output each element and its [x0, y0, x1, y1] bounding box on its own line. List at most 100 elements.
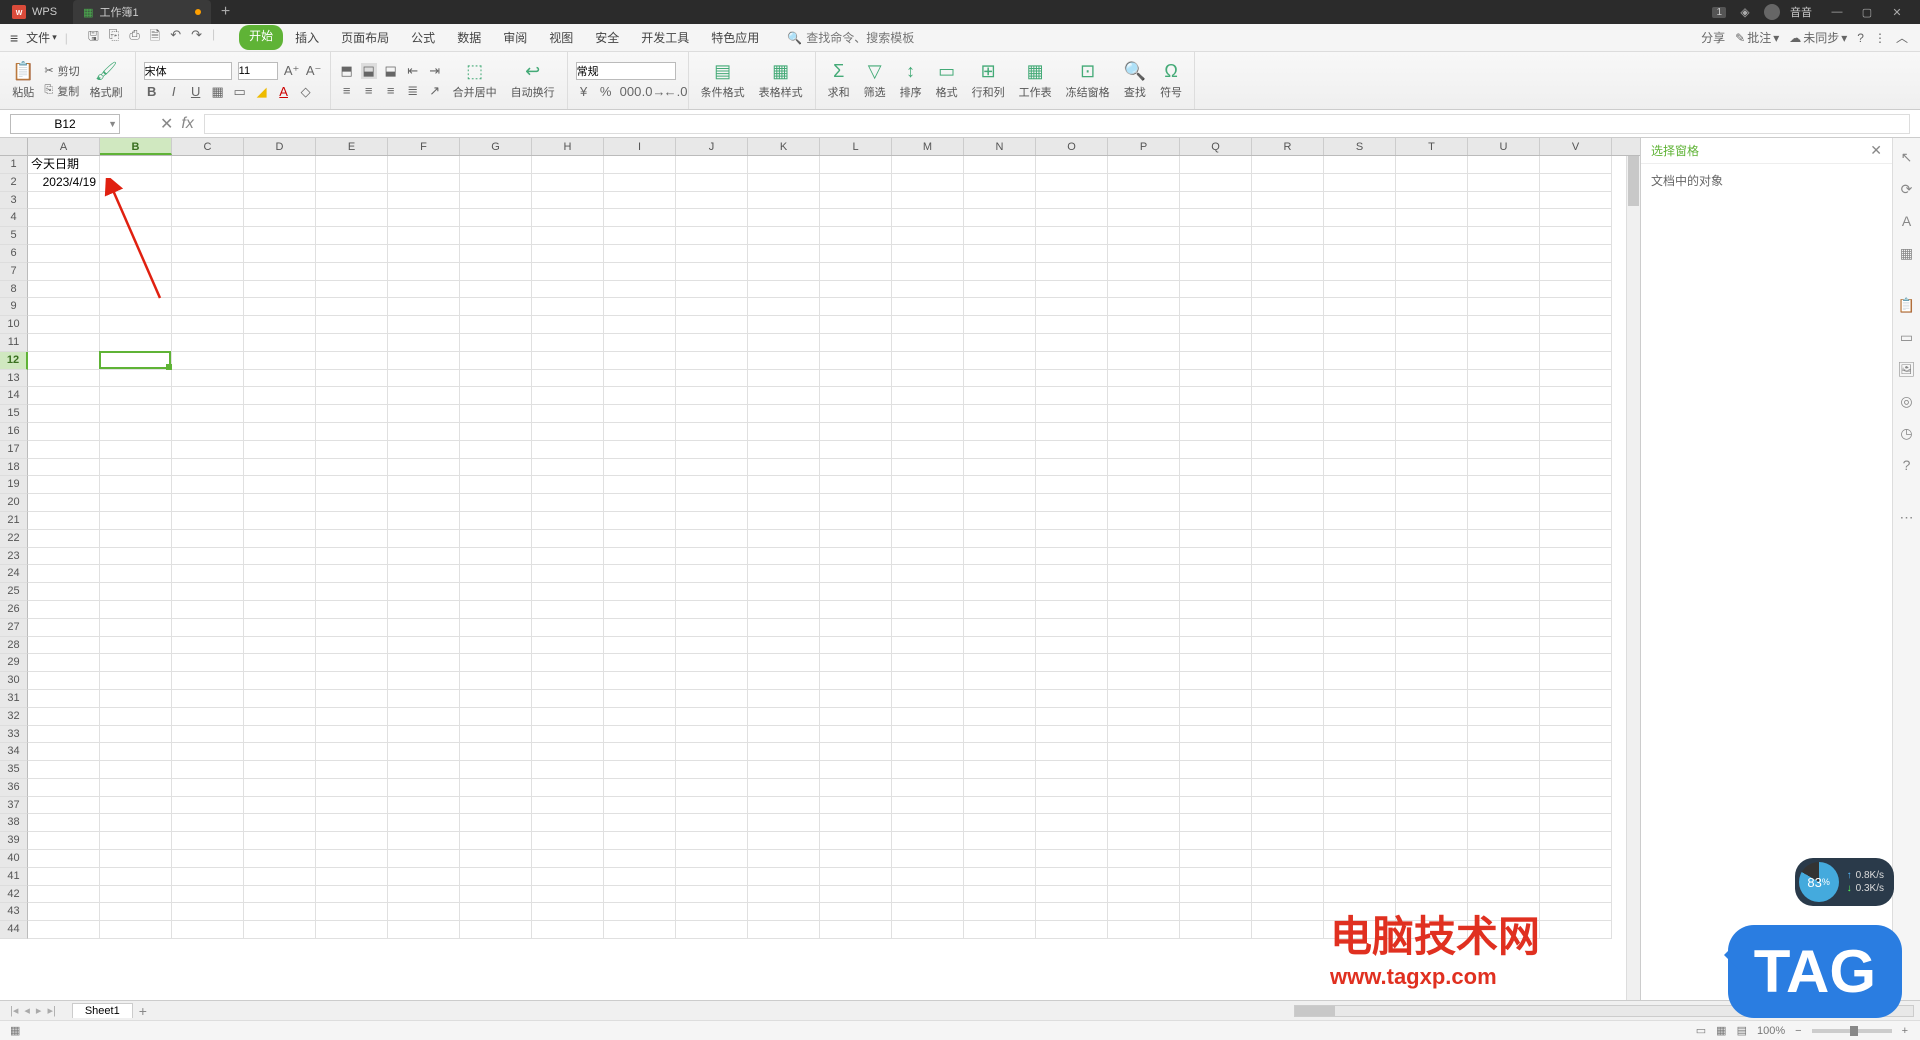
column-header-A[interactable]: A: [28, 138, 100, 155]
cell-L4[interactable]: [820, 209, 892, 227]
sort-button[interactable]: ↕排序: [896, 59, 926, 102]
cell-U9[interactable]: [1468, 298, 1540, 316]
cell-I14[interactable]: [604, 387, 676, 405]
cut-button[interactable]: ✂剪切: [44, 63, 79, 79]
cell-K20[interactable]: [748, 494, 820, 512]
currency-icon[interactable]: ¥: [576, 84, 592, 99]
cell-U28[interactable]: [1468, 637, 1540, 655]
print-preview-icon[interactable]: 🗎: [150, 27, 160, 49]
cell-Q15[interactable]: [1180, 405, 1252, 423]
skin-icon[interactable]: ◈: [1736, 3, 1754, 21]
cell-N40[interactable]: [964, 850, 1036, 868]
cell-L28[interactable]: [820, 637, 892, 655]
row-header-27[interactable]: 27: [0, 619, 28, 637]
cell-R16[interactable]: [1252, 423, 1324, 441]
cell-P40[interactable]: [1108, 850, 1180, 868]
cell-P21[interactable]: [1108, 512, 1180, 530]
cell-A40[interactable]: [28, 850, 100, 868]
cell-I25[interactable]: [604, 583, 676, 601]
cell-C14[interactable]: [172, 387, 244, 405]
cell-E44[interactable]: [316, 921, 388, 939]
cell-H12[interactable]: [532, 352, 604, 370]
cell-Q33[interactable]: [1180, 726, 1252, 744]
indent-increase-icon[interactable]: ⇥: [427, 63, 443, 79]
cell-B15[interactable]: [100, 405, 172, 423]
cell-D24[interactable]: [244, 565, 316, 583]
cell-A3[interactable]: [28, 192, 100, 210]
row-header-19[interactable]: 19: [0, 476, 28, 494]
tab-review[interactable]: 审阅: [493, 25, 537, 50]
cell-T43[interactable]: [1396, 903, 1468, 921]
cell-I33[interactable]: [604, 726, 676, 744]
help-rail-icon[interactable]: ?: [1898, 456, 1916, 474]
tab-data[interactable]: 数据: [447, 25, 491, 50]
cell-N2[interactable]: [964, 174, 1036, 192]
cell-N25[interactable]: [964, 583, 1036, 601]
cell-Q29[interactable]: [1180, 654, 1252, 672]
cell-D8[interactable]: [244, 281, 316, 299]
new-tab-button[interactable]: +: [211, 3, 241, 21]
cell-P41[interactable]: [1108, 868, 1180, 886]
cell-S11[interactable]: [1324, 334, 1396, 352]
cell-E27[interactable]: [316, 619, 388, 637]
cell-R18[interactable]: [1252, 459, 1324, 477]
row-header-15[interactable]: 15: [0, 405, 28, 423]
cell-J23[interactable]: [676, 548, 748, 566]
cell-A12[interactable]: [28, 352, 100, 370]
document-tab[interactable]: ▦ 工作簿1: [73, 0, 211, 24]
cell-I20[interactable]: [604, 494, 676, 512]
cell-G10[interactable]: [460, 316, 532, 334]
cell-C41[interactable]: [172, 868, 244, 886]
cell-J28[interactable]: [676, 637, 748, 655]
comma-icon[interactable]: 000: [620, 84, 636, 99]
cell-U11[interactable]: [1468, 334, 1540, 352]
cell-D23[interactable]: [244, 548, 316, 566]
cell-J8[interactable]: [676, 281, 748, 299]
cell-E26[interactable]: [316, 601, 388, 619]
cell-F32[interactable]: [388, 708, 460, 726]
cell-T15[interactable]: [1396, 405, 1468, 423]
cell-B16[interactable]: [100, 423, 172, 441]
cell-U5[interactable]: [1468, 227, 1540, 245]
cell-S29[interactable]: [1324, 654, 1396, 672]
cell-S23[interactable]: [1324, 548, 1396, 566]
cell-H29[interactable]: [532, 654, 604, 672]
cell-P3[interactable]: [1108, 192, 1180, 210]
cell-Q27[interactable]: [1180, 619, 1252, 637]
cell-L26[interactable]: [820, 601, 892, 619]
cell-H41[interactable]: [532, 868, 604, 886]
increase-font-icon[interactable]: A⁺: [284, 63, 300, 79]
cell-L22[interactable]: [820, 530, 892, 548]
cell-P44[interactable]: [1108, 921, 1180, 939]
cell-V44[interactable]: [1540, 921, 1612, 939]
align-bottom-icon[interactable]: ⬓: [383, 63, 399, 79]
cell-S3[interactable]: [1324, 192, 1396, 210]
cell-G14[interactable]: [460, 387, 532, 405]
percent-icon[interactable]: %: [598, 84, 614, 99]
cell-V25[interactable]: [1540, 583, 1612, 601]
cell-I17[interactable]: [604, 441, 676, 459]
cell-N5[interactable]: [964, 227, 1036, 245]
cell-R17[interactable]: [1252, 441, 1324, 459]
cell-P20[interactable]: [1108, 494, 1180, 512]
fill-color-icon[interactable]: ◢: [254, 84, 270, 100]
cell-R44[interactable]: [1252, 921, 1324, 939]
cell-U33[interactable]: [1468, 726, 1540, 744]
cell-J29[interactable]: [676, 654, 748, 672]
cell-A11[interactable]: [28, 334, 100, 352]
cell-K10[interactable]: [748, 316, 820, 334]
cell-B33[interactable]: [100, 726, 172, 744]
cell-C18[interactable]: [172, 459, 244, 477]
cell-A24[interactable]: [28, 565, 100, 583]
cell-H31[interactable]: [532, 690, 604, 708]
cell-F40[interactable]: [388, 850, 460, 868]
cell-J11[interactable]: [676, 334, 748, 352]
cell-J19[interactable]: [676, 476, 748, 494]
cell-E12[interactable]: [316, 352, 388, 370]
cell-S38[interactable]: [1324, 814, 1396, 832]
conditional-format-button[interactable]: ▤条件格式: [697, 59, 749, 102]
cell-M3[interactable]: [892, 192, 964, 210]
cell-M19[interactable]: [892, 476, 964, 494]
cell-P23[interactable]: [1108, 548, 1180, 566]
cell-O36[interactable]: [1036, 779, 1108, 797]
